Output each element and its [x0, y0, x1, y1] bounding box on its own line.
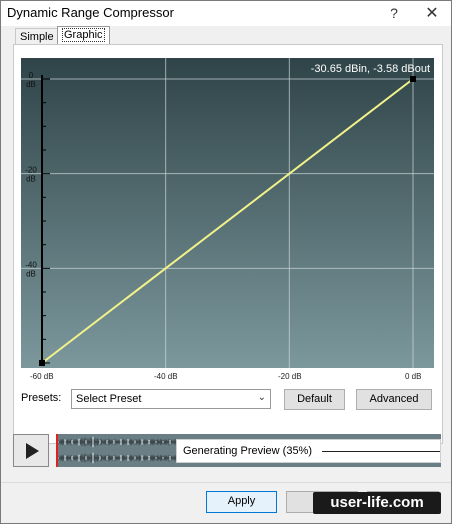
play-icon	[26, 443, 39, 459]
x-tick-label: -20 dB	[278, 372, 302, 381]
apply-button[interactable]: Apply	[206, 491, 277, 513]
x-tick-label: -40 dB	[154, 372, 178, 381]
compressor-curve-chart[interactable]: 0dB-20dB-40dB -30.65 dBin, -3.58 dBout	[21, 58, 434, 368]
cursor-readout: -30.65 dBin, -3.58 dBout	[311, 63, 430, 75]
y-tick-unit: dB	[26, 175, 36, 184]
presets-label: Presets:	[21, 392, 62, 404]
progress-line	[322, 451, 440, 452]
tab-graphic[interactable]: Graphic	[57, 26, 110, 45]
window-title: Dynamic Range Compressor	[7, 5, 174, 20]
y-tick-unit: dB	[26, 80, 36, 89]
y-tick-label: -40	[25, 260, 37, 269]
preview-progress: Generating Preview (35%)	[176, 439, 441, 463]
chart-background	[21, 58, 434, 368]
x-tick-label: 0 dB	[405, 372, 422, 381]
preset-select-value: Select Preset	[76, 393, 142, 405]
y-tick-label: 0	[29, 71, 34, 80]
y-tick-label: -20	[25, 166, 37, 175]
preset-select[interactable]: Select Preset ⌄	[71, 389, 271, 409]
footer-separator	[1, 482, 451, 483]
title-bar: Dynamic Range Compressor ? ✕	[1, 1, 451, 26]
tab-simple[interactable]: Simple	[15, 28, 59, 45]
preview-status: Generating Preview (35%)	[183, 445, 313, 457]
dialog-window: Dynamic Range Compressor ? ✕ Simple Grap…	[0, 0, 452, 524]
tab-graphic-label: Graphic	[62, 28, 105, 42]
x-tick-label: -60 dB	[30, 372, 54, 381]
control-point[interactable]	[39, 360, 45, 366]
y-tick-unit: dB	[26, 269, 36, 278]
control-point[interactable]	[410, 76, 416, 82]
close-button[interactable]: ✕	[415, 1, 449, 26]
play-preview-button[interactable]	[13, 434, 49, 467]
default-button[interactable]: Default	[284, 389, 345, 410]
watermark-logo: user-life.com	[313, 492, 441, 514]
chevron-down-icon: ⌄	[257, 392, 266, 403]
help-button[interactable]: ?	[377, 1, 411, 26]
advanced-button[interactable]: Advanced	[356, 389, 432, 410]
